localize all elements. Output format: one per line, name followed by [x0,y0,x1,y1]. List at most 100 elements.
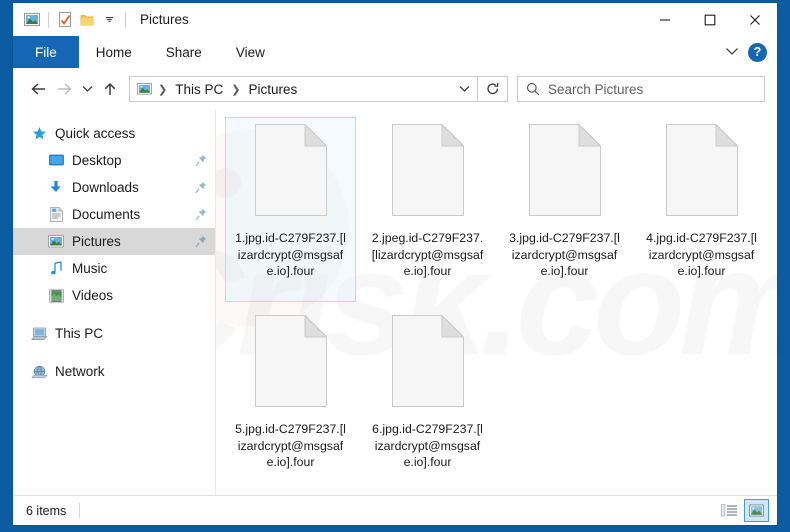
sidebar-label-network: Network [55,364,105,379]
window-controls [642,3,777,36]
file-item[interactable]: 2.jpeg.id-C279F237.[lizardcrypt@msgsafe.… [362,117,493,302]
documents-icon [47,206,65,224]
sidebar-label-desktop: Desktop [72,153,122,168]
breadcrumb-root-icon[interactable] [137,83,152,95]
file-name: 5.jpg.id-C279F237.[lizardcrypt@msgsafe.i… [235,422,346,469]
address-bar-row: ❯ This PC ❯ Pictures Search Pictures [13,68,777,110]
pin-icon[interactable] [195,235,207,248]
navigation-pane: Quick access Desktop Downloads Documents… [13,110,216,495]
search-input[interactable]: Search Pictures [548,82,643,97]
sidebar-item-desktop[interactable]: Desktop [13,147,215,174]
file-list-view[interactable]: 1.jpg.id-C279F237.[lizardcrypt@msgsafe.i… [216,110,777,495]
file-item[interactable]: 3.jpg.id-C279F237.[lizardcrypt@msgsafe.i… [499,117,630,302]
sidebar-gap-2 [13,347,215,358]
large-icons-view-button[interactable] [744,499,769,522]
pictures-icon [47,233,65,251]
new-folder-icon[interactable] [76,9,98,31]
breadcrumb-this-pc[interactable]: This PC [173,82,225,97]
refresh-button[interactable] [478,76,508,102]
close-button[interactable] [732,3,777,36]
address-bar[interactable]: ❯ This PC ❯ Pictures [129,76,478,102]
file-name: 3.jpg.id-C279F237.[lizardcrypt@msgsafe.i… [509,231,620,278]
view-mode-buttons [717,499,769,522]
sidebar-label-music: Music [72,261,108,276]
minimize-button[interactable] [642,3,687,36]
ribbon-tab-bar: File Home Share View ? [13,36,777,68]
tab-view[interactable]: View [219,36,282,68]
title-bar: Pictures [13,3,777,36]
sidebar-label-downloads: Downloads [72,180,139,195]
file-name: 2.jpeg.id-C279F237.[lizardcrypt@msgsafe.… [371,231,484,278]
file-item[interactable]: 1.jpg.id-C279F237.[lizardcrypt@msgsafe.i… [225,117,356,302]
pin-icon[interactable] [195,181,207,194]
file-name: 1.jpg.id-C279F237.[lizardcrypt@msgsafe.i… [235,231,346,278]
forward-button[interactable] [51,76,77,102]
downloads-icon [47,179,65,197]
properties-icon[interactable] [54,9,76,31]
explorer-window: Pictures File Home Share View ? ❯ This P… [13,3,777,525]
window-title: Pictures [140,12,189,27]
generic-file-icon [254,123,328,221]
window-body: PCrisk.com Quick access Desktop Download… [13,110,777,495]
file-name: 6.jpg.id-C279F237.[lizardcrypt@msgsafe.i… [372,422,483,469]
sidebar-label-quick-access: Quick access [55,126,136,141]
this-pc-icon [30,325,48,343]
star-icon [30,125,48,143]
pin-icon[interactable] [195,154,207,167]
generic-file-icon [391,123,465,221]
status-separator [79,503,81,518]
sidebar-item-this-pc[interactable]: This PC [13,320,215,347]
quick-access-toolbar [13,3,131,36]
sidebar-item-downloads[interactable]: Downloads [13,174,215,201]
file-grid: 1.jpg.id-C279F237.[lizardcrypt@msgsafe.i… [225,117,777,495]
music-icon [47,260,65,278]
help-button[interactable]: ? [748,42,767,62]
generic-file-icon [254,314,328,412]
tab-share[interactable]: Share [149,36,219,68]
file-item[interactable]: 4.jpg.id-C279F237.[lizardcrypt@msgsafe.i… [636,117,767,302]
ribbon-right-controls: ? [725,36,777,68]
picture-folder-icon[interactable] [21,9,43,31]
tab-file[interactable]: File [13,36,79,68]
generic-file-icon [391,314,465,412]
file-item[interactable]: 5.jpg.id-C279F237.[lizardcrypt@msgsafe.i… [225,308,356,493]
maximize-button[interactable] [687,3,732,36]
details-view-button[interactable] [717,499,742,522]
toolbar-separator-1 [48,11,49,28]
up-button[interactable] [97,76,123,102]
recent-locations-button[interactable] [77,76,97,102]
generic-file-icon [528,123,602,221]
sidebar-gap-1 [13,309,215,320]
back-button[interactable] [25,76,51,102]
search-box[interactable]: Search Pictures [517,76,765,102]
file-name: 4.jpg.id-C279F237.[lizardcrypt@msgsafe.i… [646,231,757,278]
customize-dropdown-icon[interactable] [98,9,120,31]
videos-icon [47,287,65,305]
tab-home[interactable]: Home [79,36,149,68]
status-bar: 6 items [13,495,777,525]
sidebar-label-pictures: Pictures [72,234,121,249]
search-icon [518,82,548,96]
address-dropdown-icon[interactable] [451,77,477,101]
network-icon [30,363,48,381]
toolbar-separator-2 [125,11,126,28]
sidebar-item-pictures[interactable]: Pictures [13,228,215,255]
desktop-icon [47,152,65,170]
sidebar-label-videos: Videos [72,288,114,303]
breadcrumb: ❯ This PC ❯ Pictures [130,82,451,97]
sidebar-label-documents: Documents [72,207,141,222]
item-count: 6 items [26,503,67,518]
breadcrumb-pictures[interactable]: Pictures [246,82,299,97]
sidebar-label-this-pc: This PC [55,326,104,341]
breadcrumb-separator-2: ❯ [231,83,241,96]
chevron-down-icon[interactable] [725,43,739,61]
file-item[interactable]: 6.jpg.id-C279F237.[lizardcrypt@msgsafe.i… [362,308,493,493]
sidebar-item-documents[interactable]: Documents [13,201,215,228]
breadcrumb-separator-1: ❯ [158,83,168,96]
sidebar-item-videos[interactable]: Videos [13,282,215,309]
pin-icon[interactable] [195,208,207,221]
sidebar-item-network[interactable]: Network [13,358,215,385]
generic-file-icon [665,123,739,221]
sidebar-item-music[interactable]: Music [13,255,215,282]
sidebar-item-quick-access[interactable]: Quick access [13,120,215,147]
